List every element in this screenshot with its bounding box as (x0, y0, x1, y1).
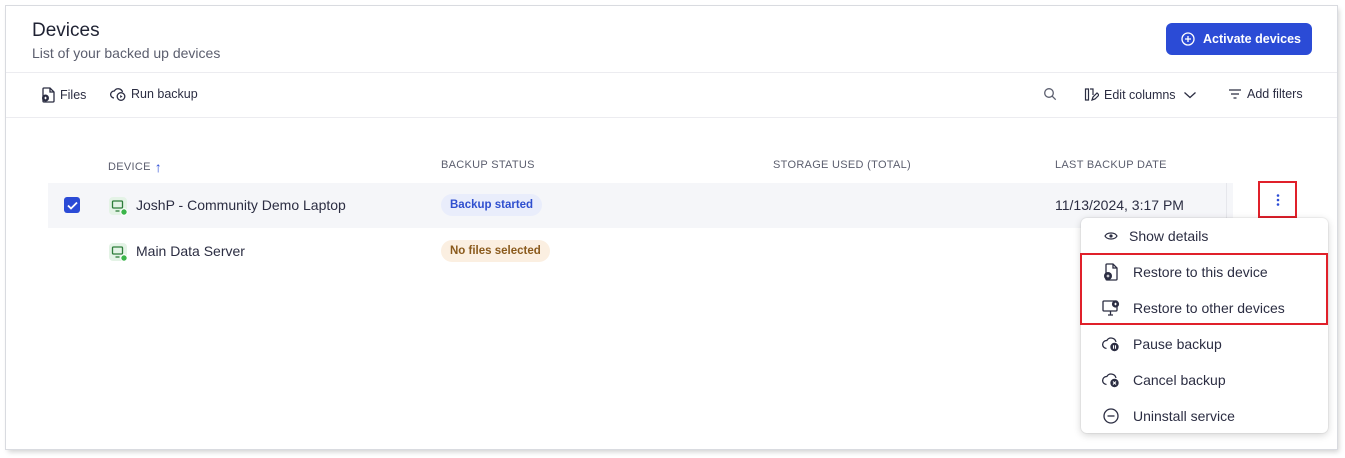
sort-ascending-icon: ↑ (154, 159, 163, 175)
column-header-backup-status-label: BACKUP STATUS (441, 159, 535, 171)
page-subtitle: List of your backed up devices (32, 45, 221, 61)
device-online-icon (109, 243, 128, 262)
plus-circle-icon (1181, 32, 1195, 46)
status-badge: Backup started (441, 194, 543, 216)
menu-item-label: Cancel backup (1133, 372, 1226, 388)
status-badge: No files selected (441, 240, 550, 262)
files-label: Files (60, 88, 87, 102)
add-filters-button[interactable]: Add filters (1228, 87, 1303, 101)
column-header-backup-status[interactable]: BACKUP STATUS (441, 159, 535, 171)
row-actions-menu: Show details Restore to this device Rest… (1081, 218, 1328, 433)
minus-circle-icon (1102, 407, 1120, 425)
cloud-play-icon (110, 88, 126, 101)
column-header-storage-used-label: STORAGE USED (TOTAL) (773, 159, 912, 171)
menu-item-uninstall-service[interactable]: Uninstall service (1081, 398, 1328, 434)
row-checkbox[interactable] (64, 197, 80, 213)
checkmark-icon (66, 201, 78, 210)
cloud-cancel-icon (1102, 371, 1120, 389)
menu-item-label: Uninstall service (1133, 408, 1235, 424)
column-header-storage-used[interactable]: STORAGE USED (TOTAL) (773, 159, 911, 171)
search-icon (1044, 88, 1057, 101)
restore-options-highlight (1080, 253, 1328, 325)
cloud-pause-icon (1102, 335, 1120, 353)
toolbar: Files Run backup Edit columns Add filter… (6, 74, 1337, 118)
filter-icon (1229, 89, 1241, 99)
edit-columns-button[interactable]: Edit columns (1084, 87, 1197, 102)
run-backup-label: Run backup (131, 87, 198, 101)
files-button[interactable]: Files (41, 87, 86, 103)
device-name[interactable]: Main Data Server (136, 243, 245, 259)
activate-devices-label: Activate devices (1203, 32, 1301, 46)
menu-item-pause-backup[interactable]: Pause backup (1081, 326, 1328, 362)
menu-item-label: Show details (1129, 228, 1209, 244)
eye-icon (1102, 227, 1120, 245)
device-name[interactable]: JoshP - Community Demo Laptop (136, 197, 346, 213)
menu-item-cancel-backup[interactable]: Cancel backup (1081, 362, 1328, 398)
search-button[interactable] (1043, 87, 1057, 101)
edit-columns-icon (1084, 88, 1099, 101)
page-header: Devices List of your backed up devices A… (6, 6, 1337, 73)
chevron-down-icon (1183, 91, 1196, 98)
column-header-device[interactable]: DEVICE ↑ (108, 159, 162, 175)
device-online-icon (109, 197, 128, 216)
file-restore-icon (42, 87, 55, 103)
column-header-device-label: DEVICE (108, 161, 151, 173)
column-header-last-backup[interactable]: LAST BACKUP DATE (1055, 159, 1167, 171)
add-filters-label: Add filters (1247, 87, 1303, 101)
page-title: Devices (32, 20, 100, 41)
more-vertical-icon (1276, 193, 1279, 206)
edit-columns-label: Edit columns (1104, 87, 1176, 102)
last-backup-date: 11/13/2024, 3:17 PM (1055, 197, 1184, 213)
menu-item-show-details[interactable]: Show details (1081, 218, 1328, 254)
activate-devices-button[interactable]: Activate devices (1166, 23, 1312, 55)
menu-item-label: Pause backup (1133, 336, 1222, 352)
column-header-last-backup-label: LAST BACKUP DATE (1055, 159, 1167, 171)
run-backup-button[interactable]: Run backup (110, 87, 198, 101)
row-actions-button[interactable] (1258, 181, 1297, 218)
